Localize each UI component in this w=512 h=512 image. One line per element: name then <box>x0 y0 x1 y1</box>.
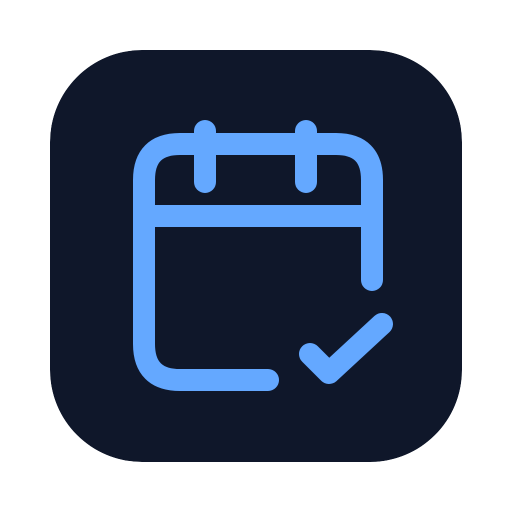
app-icon-tile[interactable] <box>50 50 462 462</box>
calendar-check-icon <box>50 50 462 462</box>
tile-background <box>50 50 462 462</box>
icon-canvas <box>0 0 512 512</box>
